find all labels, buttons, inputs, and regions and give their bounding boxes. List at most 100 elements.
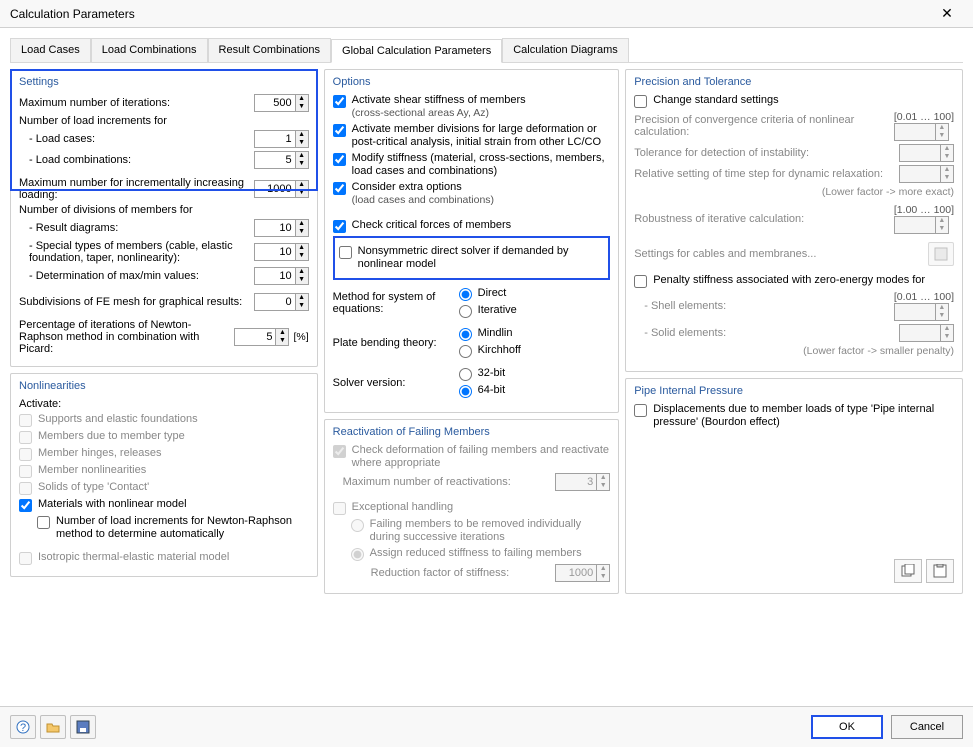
reduction-input: ▲▼	[555, 564, 610, 582]
solver-32-radio[interactable]	[459, 368, 472, 381]
supports-label: Supports and elastic foundations	[38, 413, 198, 426]
conv-input: ▲▼	[894, 123, 954, 141]
copy-settings-button[interactable]	[894, 559, 922, 583]
method-iter-label: Iterative	[478, 304, 517, 317]
nonsym-solver-check[interactable]	[339, 246, 352, 259]
div-maxmin-input[interactable]: ▲▼	[254, 267, 309, 285]
instab-label: Tolerance for detection of instability:	[634, 147, 895, 159]
iso-thermal-check	[19, 552, 32, 565]
nr-picard-input[interactable]: ▲▼	[234, 328, 289, 346]
check-critical-check[interactable]	[333, 220, 346, 233]
solver-64-radio[interactable]	[459, 385, 472, 398]
settings-title: Settings	[19, 76, 309, 88]
range3: [0.01 … 100]	[894, 291, 954, 303]
solids-label: Solids of type 'Contact'	[38, 481, 149, 494]
nonsym-solver-label: Nonsymmetric direct solver if demanded b…	[358, 245, 605, 271]
divisions-header: Number of divisions of members for	[19, 204, 309, 216]
removed-radio	[351, 519, 364, 532]
change-std-label: Change standard settings	[653, 94, 778, 107]
max-incr-input[interactable]: ▲▼	[254, 180, 309, 198]
solids-check	[19, 482, 32, 495]
hinges-check	[19, 448, 32, 461]
solid-input: ▲▼	[899, 324, 954, 342]
div-special-input[interactable]: ▲▼	[254, 243, 309, 261]
nr-auto-label: Number of load increments for Newton-Rap…	[56, 515, 309, 541]
max-react-label: Maximum number of reactivations:	[343, 476, 552, 488]
tab-result-combinations[interactable]: Result Combinations	[208, 38, 332, 62]
tab-bar: Load Cases Load Combinations Result Comb…	[0, 28, 973, 62]
penalty-label: Penalty stiffness associated with zero-e…	[653, 274, 925, 287]
modify-stiff-check[interactable]	[333, 153, 346, 166]
displacements-check[interactable]	[634, 404, 647, 417]
robust-input: ▲▼	[894, 216, 954, 234]
method-iter-radio[interactable]	[459, 305, 472, 318]
div-result-input[interactable]: ▲▼	[254, 219, 309, 237]
nonsym-solver-highlight: Nonsymmetric direct solver if demanded b…	[333, 236, 611, 280]
bending-kirchhoff-radio[interactable]	[459, 345, 472, 358]
fe-sub-input[interactable]: ▲▼	[254, 293, 309, 311]
materials-check[interactable]	[19, 499, 32, 512]
options-title: Options	[333, 76, 611, 88]
member-div-label: Activate member divisions for large defo…	[352, 123, 611, 149]
solver-label: Solver version:	[333, 377, 453, 389]
change-std-check[interactable]	[634, 95, 647, 108]
fe-sub-label: Subdivisions of FE mesh for graphical re…	[19, 296, 250, 308]
method-direct-radio[interactable]	[459, 288, 472, 301]
bending-mindlin-radio[interactable]	[459, 328, 472, 341]
tab-load-combinations[interactable]: Load Combinations	[91, 38, 208, 62]
displacements-label: Displacements due to member loads of typ…	[653, 403, 954, 429]
tab-global-calc-params[interactable]: Global Calculation Parameters	[331, 39, 502, 63]
note2: (Lower factor -> smaller penalty)	[634, 345, 954, 357]
solver-32-label: 32-bit	[478, 367, 506, 380]
shear-stiff-label: Activate shear stiffness of members	[352, 94, 526, 106]
tab-calc-diagrams[interactable]: Calculation Diagrams	[502, 38, 629, 62]
load-cases-input[interactable]: ▲▼	[254, 130, 309, 148]
solid-label: - Solid elements:	[644, 327, 895, 339]
help-button[interactable]: ?	[10, 715, 36, 739]
open-button[interactable]	[40, 715, 66, 739]
pipe-title: Pipe Internal Pressure	[634, 385, 954, 397]
note1: (Lower factor -> more exact)	[634, 186, 954, 198]
load-increments-header: Number of load increments for	[19, 115, 309, 127]
solver-64-label: 64-bit	[478, 384, 506, 397]
pipe-group: Pipe Internal Pressure Displacements due…	[625, 378, 963, 594]
max-iterations-label: Maximum number of iterations:	[19, 97, 250, 109]
reactivation-title: Reactivation of Failing Members	[333, 426, 611, 438]
method-label: Method for system of equations:	[333, 291, 453, 315]
save-button[interactable]	[70, 715, 96, 739]
settings-group: Settings Maximum number of iterations: ▲…	[10, 69, 318, 367]
ok-button[interactable]: OK	[811, 715, 883, 739]
close-button[interactable]: ✕	[929, 3, 965, 25]
load-combos-input[interactable]: ▲▼	[254, 151, 309, 169]
extra-opts-check[interactable]	[333, 182, 346, 195]
supports-check	[19, 414, 32, 427]
div-special-label: - Special types of members (cable, elast…	[29, 240, 250, 264]
nonlinearities-group: Nonlinearities Activate: Supports and el…	[10, 373, 318, 577]
shear-stiff-check[interactable]	[333, 95, 346, 108]
max-iterations-input[interactable]: ▲▼	[254, 94, 309, 112]
load-cases-label: - Load cases:	[29, 133, 250, 145]
bending-label: Plate bending theory:	[333, 337, 453, 349]
check-def-label: Check deformation of failing members and…	[352, 444, 611, 470]
removed-label: Failing members to be removed individual…	[370, 518, 611, 544]
copy-icon	[900, 564, 916, 578]
member-div-check[interactable]	[333, 124, 346, 137]
penalty-check[interactable]	[634, 275, 647, 288]
extra-opts-label: Consider extra options	[352, 181, 462, 193]
check-def-check	[333, 445, 346, 458]
disk-icon	[76, 720, 90, 734]
cables-label: Settings for cables and membranes...	[634, 248, 924, 260]
tab-load-cases[interactable]: Load Cases	[10, 38, 91, 62]
materials-label: Materials with nonlinear model	[38, 498, 187, 511]
nr-auto-check[interactable]	[37, 516, 50, 529]
range1: [0.01 … 100]	[894, 111, 954, 123]
paste-settings-button[interactable]	[926, 559, 954, 583]
nr-picard-label: Percentage of iterations of Newton-Raphs…	[19, 319, 230, 355]
shear-stiff-sub: (cross-sectional areas Ay, Az)	[352, 107, 489, 119]
hinges-label: Member hinges, releases	[38, 447, 162, 460]
shell-input: ▲▼	[894, 303, 954, 321]
member-nl-check	[19, 465, 32, 478]
conv-label: Precision of convergence criteria of non…	[634, 114, 890, 138]
cancel-button[interactable]: Cancel	[891, 715, 963, 739]
help-icon: ?	[16, 720, 30, 734]
